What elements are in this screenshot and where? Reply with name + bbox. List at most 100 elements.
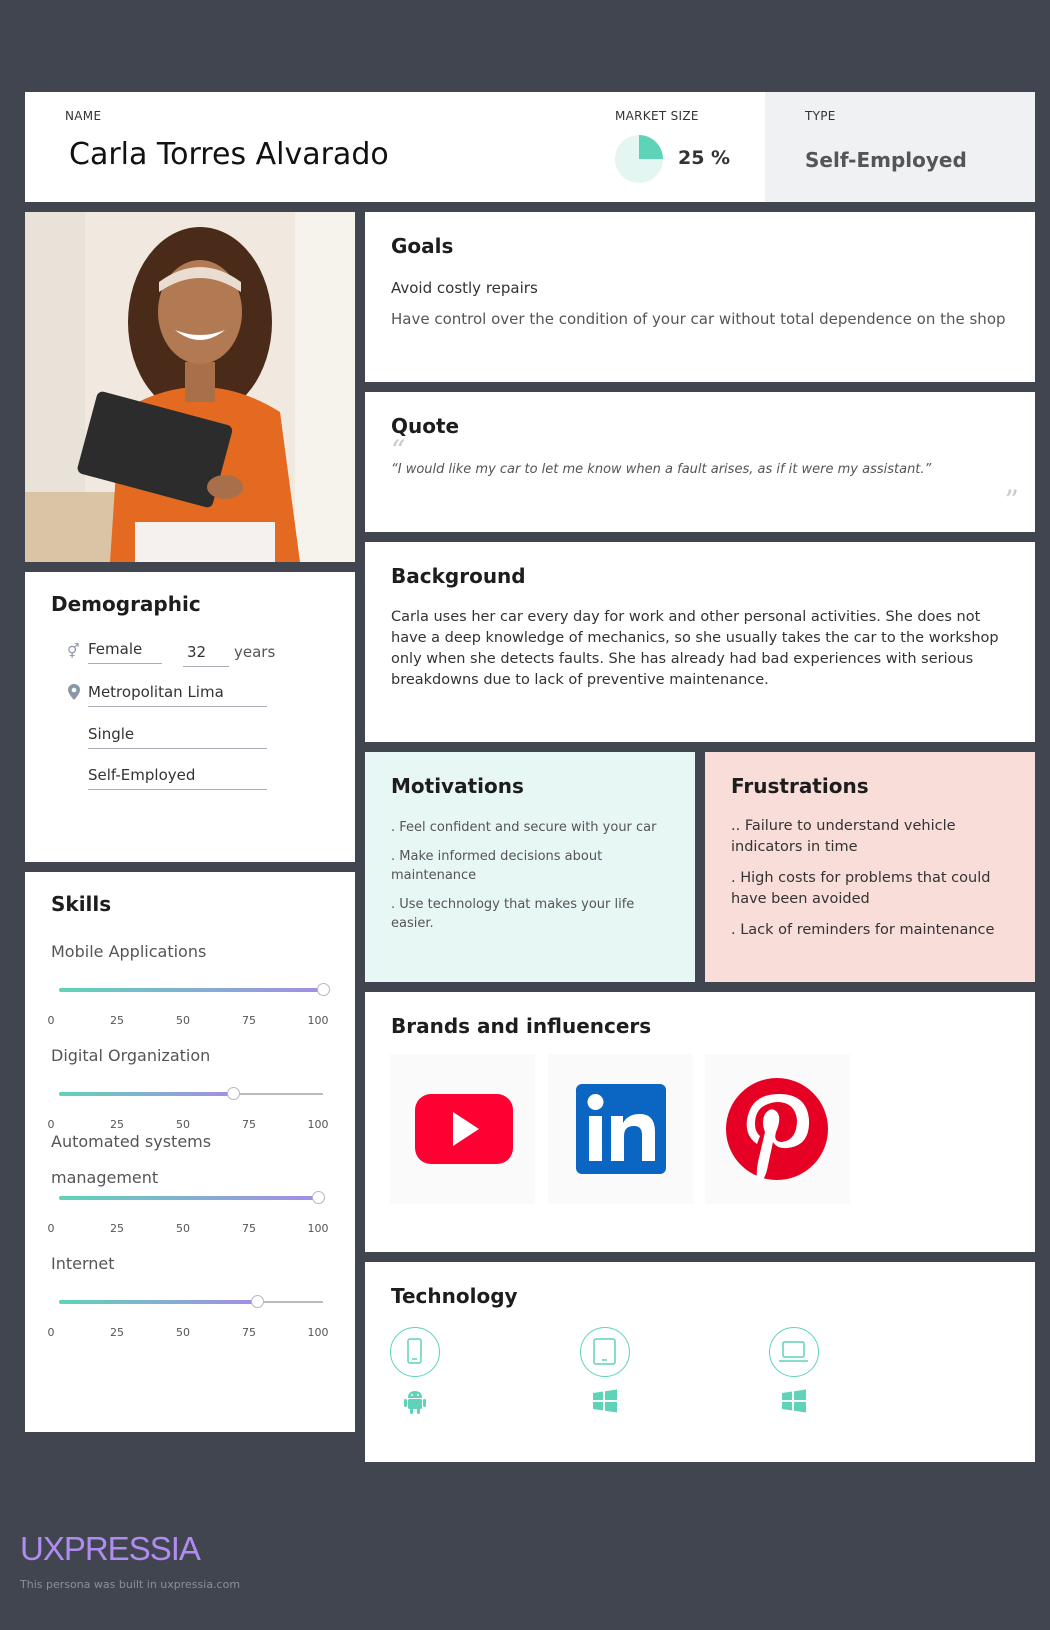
motivations-card: Motivations . Feel confident and secure … <box>365 752 695 982</box>
tick-label: 25 <box>110 1326 124 1339</box>
skill-name: Internet <box>51 1254 115 1273</box>
skills-title: Skills <box>51 892 112 916</box>
tick-label: 75 <box>242 1222 256 1235</box>
tick-label: 50 <box>176 1222 190 1235</box>
frustrations-card: Frustrations .. Failure to understand ve… <box>705 752 1035 982</box>
background-title: Background <box>391 564 526 588</box>
goals-title: Goals <box>391 234 454 258</box>
tick-label: 100 <box>307 1118 329 1131</box>
tick-label: 100 <box>307 1014 329 1027</box>
quote-card: Quote “ “I would like my car to let me k… <box>365 392 1035 532</box>
skill-slider-knob[interactable] <box>227 1087 241 1100</box>
footer-note: This persona was built in uxpressia.com <box>20 1578 241 1591</box>
goal-item[interactable]: Have control over the condition of your … <box>391 310 1006 328</box>
skill-slider-knob[interactable] <box>311 1191 325 1204</box>
skill-slider-fill <box>59 1196 318 1200</box>
skill-slider-fill <box>59 1300 257 1304</box>
frustration-item[interactable]: . Lack of reminders for maintenance <box>731 920 1016 941</box>
age-field[interactable]: 32 <box>183 643 229 667</box>
persona-photo[interactable] <box>25 212 355 562</box>
marital-status-field[interactable]: Single <box>88 725 267 749</box>
persona-photo-illustration <box>25 212 355 562</box>
close-quote-icon: ” <box>1004 484 1019 517</box>
goal-item[interactable]: Avoid costly repairs <box>391 279 538 297</box>
frustrations-list: .. Failure to understand vehicle indicat… <box>731 816 1016 951</box>
background-text[interactable]: Carla uses her car every day for work an… <box>391 607 1016 691</box>
skill-slider[interactable] <box>59 1087 323 1100</box>
skill-name: Automated systems <box>51 1132 212 1151</box>
motivation-item[interactable]: . Feel confident and secure with your ca… <box>391 818 676 837</box>
pinterest-icon <box>726 1078 828 1184</box>
frustration-item[interactable]: . High costs for problems that could hav… <box>731 868 1016 910</box>
quote-text[interactable]: “I would like my car to let me know when… <box>391 462 931 477</box>
skill-name-continued: management <box>51 1168 159 1187</box>
skill-name: Digital Organization <box>51 1046 211 1065</box>
windows-icon <box>593 1389 617 1413</box>
market-size-label: MARKET SIZE <box>615 109 699 123</box>
tick-label: 0 <box>47 1222 55 1235</box>
tick-label: 100 <box>307 1326 329 1339</box>
market-size-pie-chart <box>615 135 663 183</box>
skill-slider-knob[interactable] <box>251 1295 264 1308</box>
persona-type-card: TYPE Self-Employed <box>765 92 1035 202</box>
linkedin-icon <box>576 1084 666 1174</box>
type-label: TYPE <box>805 109 836 123</box>
gender-female-icon: ⚥ <box>67 644 80 660</box>
demographic-title: Demographic <box>51 592 201 616</box>
laptop-icon[interactable] <box>769 1327 819 1377</box>
pinterest-logo[interactable] <box>705 1054 850 1204</box>
location-pin-icon <box>68 684 80 700</box>
location-field[interactable]: Metropolitan Lima <box>88 683 267 707</box>
persona-name[interactable]: Carla Torres Alvarado <box>69 137 389 172</box>
tick-label: 50 <box>176 1326 190 1339</box>
smartphone-glyph <box>407 1338 422 1364</box>
tick-label: 0 <box>47 1326 55 1339</box>
skill-slider[interactable] <box>59 983 330 996</box>
linkedin-logo[interactable] <box>548 1054 693 1204</box>
tick-label: 25 <box>110 1014 124 1027</box>
pie-slice <box>639 135 663 159</box>
skill-name: Mobile Applications <box>51 942 207 961</box>
frustrations-title: Frustrations <box>731 774 869 798</box>
goals-card: Goals Avoid costly repairs Have control … <box>365 212 1035 382</box>
youtube-icon <box>415 1094 513 1164</box>
tick-label: 75 <box>242 1014 256 1027</box>
skill-slider-fill <box>59 988 323 992</box>
frustration-item[interactable]: .. Failure to understand vehicle indicat… <box>731 816 1016 858</box>
uxpressia-logo[interactable]: UXPRESSIA <box>20 1530 201 1568</box>
laptop-glyph <box>779 1341 808 1362</box>
type-value[interactable]: Self-Employed <box>805 148 967 172</box>
motivations-list: . Feel confident and secure with your ca… <box>391 818 676 943</box>
youtube-logo[interactable] <box>390 1054 535 1204</box>
name-label: NAME <box>65 109 102 123</box>
smartphone-icon[interactable] <box>390 1327 440 1377</box>
persona-header: NAME Carla Torres Alvarado MARKET SIZE 2… <box>25 92 765 202</box>
skill-slider[interactable] <box>59 1295 323 1308</box>
skill-slider-knob[interactable] <box>317 983 330 996</box>
tick-label: 0 <box>47 1014 55 1027</box>
tablet-icon[interactable] <box>580 1327 630 1377</box>
brands-card: Brands and influencers <box>365 992 1035 1252</box>
tick-label: 75 <box>242 1326 256 1339</box>
tick-label: 75 <box>242 1118 256 1131</box>
occupation-field[interactable]: Self-Employed <box>88 766 267 790</box>
tablet-glyph <box>593 1338 616 1365</box>
motivation-item[interactable]: . Use technology that makes your life ea… <box>391 895 676 933</box>
background-card: Background Carla uses her car every day … <box>365 542 1035 742</box>
brands-title: Brands and influencers <box>391 1014 652 1038</box>
motivations-title: Motivations <box>391 774 524 798</box>
tick-label: 25 <box>110 1118 124 1131</box>
motivation-item[interactable]: . Make informed decisions about maintena… <box>391 847 676 885</box>
demographic-card: Demographic ⚥ Female 32 years Metropolit… <box>25 572 355 862</box>
tick-label: 0 <box>47 1118 55 1131</box>
gender-field[interactable]: Female <box>88 640 162 664</box>
tick-label: 50 <box>176 1014 190 1027</box>
technology-title: Technology <box>391 1284 518 1308</box>
age-unit: years <box>234 643 276 661</box>
skills-card: Skills Mobile Applications 0 25 50 75 10… <box>25 872 355 1432</box>
skill-slider-fill <box>59 1092 234 1096</box>
skill-slider[interactable] <box>59 1191 325 1204</box>
tick-label: 50 <box>176 1118 190 1131</box>
market-size-value[interactable]: 25 % <box>678 147 730 169</box>
tick-label: 25 <box>110 1222 124 1235</box>
